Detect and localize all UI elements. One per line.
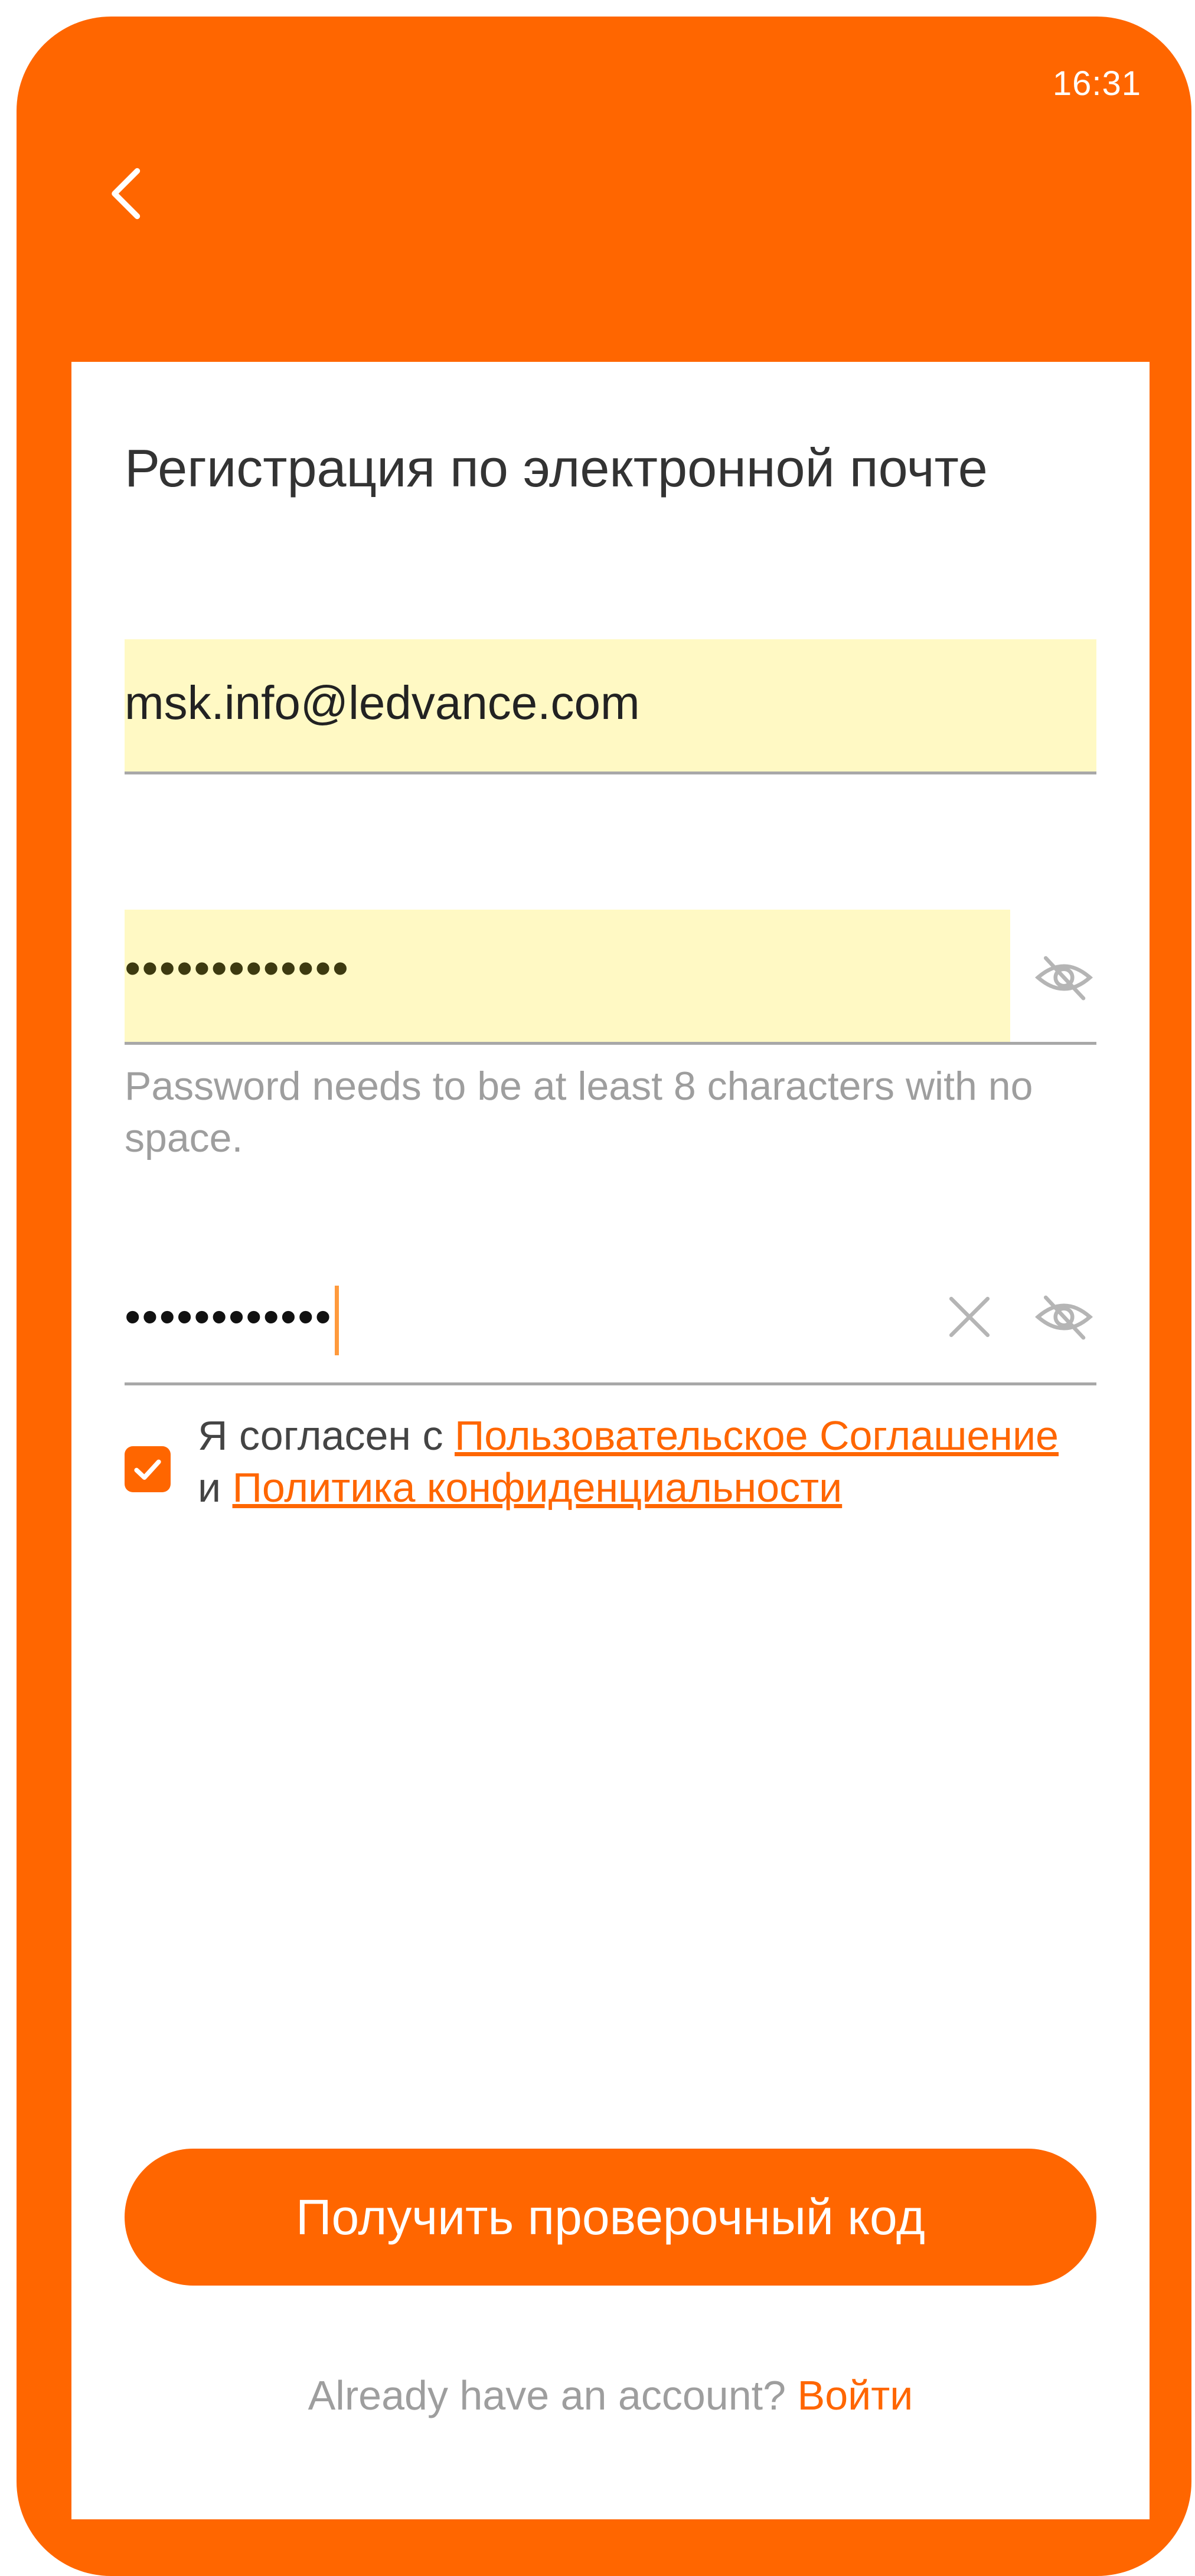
eye-off-icon	[1034, 1295, 1093, 1340]
chevron-left-icon	[112, 168, 141, 220]
agreement-checkbox[interactable]	[125, 1446, 171, 1492]
confirm-password-value-wrap: ••••••••••••	[125, 1286, 339, 1355]
back-button[interactable]	[93, 158, 164, 229]
confirm-password-field[interactable]: ••••••••••••	[125, 1250, 1096, 1385]
page-title: Регистрация по электронной почте	[125, 439, 988, 498]
text-cursor	[334, 1286, 339, 1355]
confirm-password-value: ••••••••••••	[125, 1290, 332, 1343]
confirm-visibility-toggle[interactable]	[1031, 1284, 1096, 1349]
status-time: 16:31	[1052, 64, 1141, 103]
agreement-conjunction: и	[198, 1464, 233, 1511]
checkmark-icon	[134, 1459, 161, 1480]
eye-off-icon	[1034, 956, 1093, 1001]
password-hint: Password needs to be at least 8 characte…	[125, 1064, 1033, 1160]
get-code-button[interactable]: Получить проверочный код	[125, 2149, 1096, 2286]
close-icon	[949, 1296, 990, 1338]
email-field[interactable]: msk.info@ledvance.com	[125, 639, 1096, 774]
privacy-link[interactable]: Политика конфиденциальности	[233, 1464, 843, 1511]
password-visibility-toggle[interactable]	[1031, 945, 1096, 1010]
login-prompt: Already have an account? Войти	[71, 2372, 1150, 2419]
agreement-text: Я согласен с Пользовательское Соглашение…	[198, 1410, 1107, 1513]
password-value: •••••••••••••	[125, 942, 350, 994]
agreement-prefix: Я согласен с	[198, 1413, 455, 1459]
email-value: msk.info@ledvance.com	[125, 676, 640, 729]
login-link[interactable]: Войти	[798, 2372, 913, 2418]
terms-link[interactable]: Пользовательское Соглашение	[455, 1413, 1059, 1459]
have-account-text: Already have an account?	[308, 2372, 798, 2418]
password-field[interactable]: •••••••••••••	[125, 910, 1096, 1045]
clear-confirm-button[interactable]	[937, 1284, 1002, 1349]
app-frame: 16:31 Регистрация по электронной почте m…	[17, 17, 1191, 2576]
registration-card: Регистрация по электронной почте msk.inf…	[71, 362, 1150, 2519]
